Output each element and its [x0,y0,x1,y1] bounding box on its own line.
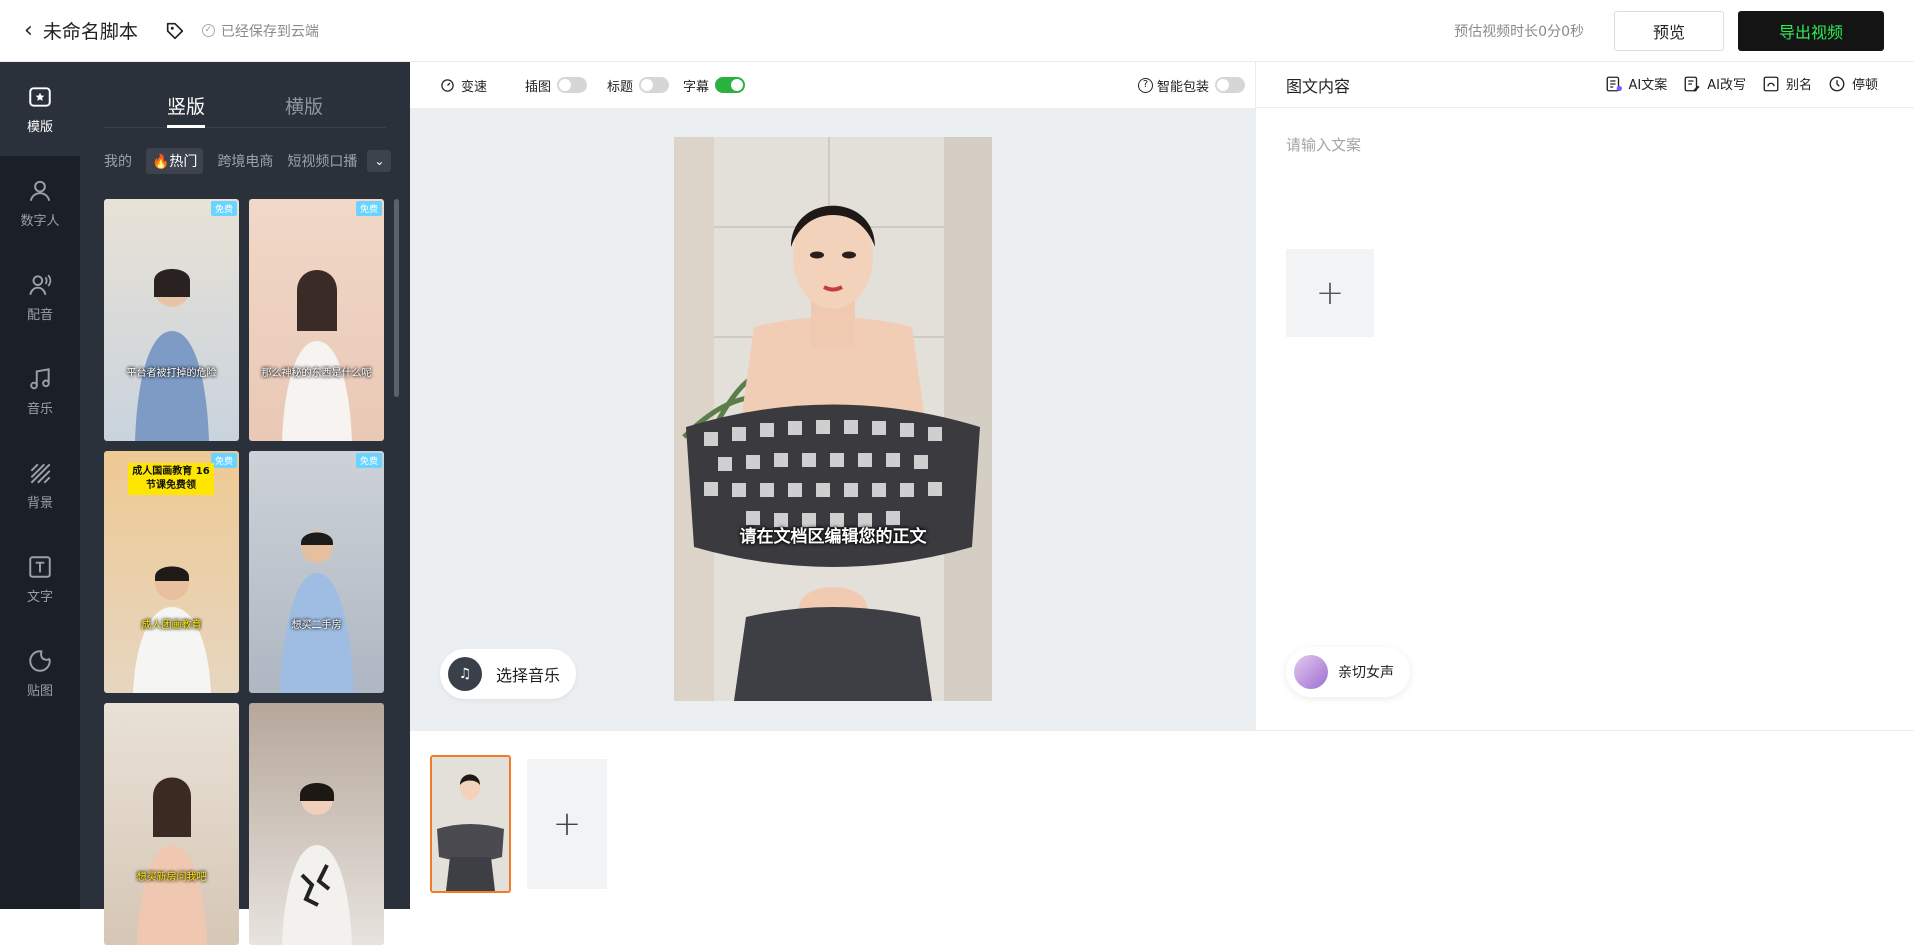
background-icon [30,463,51,483]
presenter-image [279,531,354,693]
alias-button[interactable]: 别名 [1762,74,1812,93]
content-tools: AI文案 AI改写 别名 停顿 [1605,74,1878,93]
voice-avatar [1294,655,1328,689]
canvas-area: 请在文档区编辑您的正文 ♫ 选择音乐 [410,108,1255,730]
music-icon [30,367,50,389]
ai-rewrite-button[interactable]: AI改写 [1683,74,1746,93]
tab-landscape[interactable]: 横版 [285,92,323,128]
music-icon: ♫ [448,657,482,691]
toggle-switch[interactable] [1215,77,1245,93]
scene-timeline: + [410,730,1914,909]
preview-button[interactable]: 预览 [1614,11,1724,51]
nav-text[interactable]: 文字 [0,532,80,626]
export-video-button[interactable]: 导出视频 [1738,11,1884,51]
presenter-image [132,566,211,693]
presenter-image [136,777,207,945]
ai-copy-icon [1606,76,1622,91]
toggle-switch[interactable] [639,77,670,93]
insert-image-toggle[interactable]: 插图 [525,76,588,95]
add-scene-button[interactable]: + [527,759,607,889]
alias-icon [1763,76,1779,91]
template-caption: 想买新房问我吧 [136,872,207,883]
template-caption: 那么神秘的东西是什么呢 [261,368,372,379]
template-card[interactable]: 免费 平台者被打掉的危险 [104,199,239,441]
toggle-switch[interactable] [715,77,746,93]
pause-button[interactable]: 停顿 [1828,74,1878,93]
free-badge: 免费 [210,201,237,216]
voice-selector[interactable]: 亲切女声 [1286,647,1410,697]
content-panel: 图文内容 AI文案 AI改写 别名 停顿 请输入文案 + 亲切女声 [1255,62,1914,730]
presenter-image [674,137,992,701]
nav-template[interactable]: 模版 [0,62,80,156]
add-media-button[interactable]: + [1286,249,1374,337]
top-bar: ‹ 未命名脚本 ✓ 已经保存到云端 预估视频时长0分0秒 预览 导出视频 [0,0,1914,62]
copy-text-input[interactable]: 请输入文案 [1286,134,1361,155]
nav-digital-human[interactable]: 数字人 [0,156,80,250]
template-icon [29,86,51,107]
presenter-image [134,269,209,441]
presenter-image [432,757,509,891]
promo-banner: 成人国画教育 16节课免费领 [128,463,214,495]
template-card[interactable]: 免费 那么神秘的东西是什么呢 [249,199,384,441]
category-short-video[interactable]: 短视频口播 [287,151,357,171]
template-caption: 想买二手房 [291,620,342,631]
title-toggle[interactable]: 标题 [607,76,670,95]
template-panel: 竖版 横版 我的 🔥热门 跨境电商 短视频口播 ⌄ 免费 平台者被打掉的危险 免… [80,62,410,945]
left-sidebar: 模版 数字人 配音 音乐 背景 文字 贴图 [0,62,80,909]
category-mine[interactable]: 我的 [104,151,132,171]
video-subtitle: 请在文档区编辑您的正文 [739,527,927,547]
sticker-icon [29,649,51,672]
panel-scrollbar[interactable] [394,199,399,397]
help-circle-icon[interactable]: ? [1137,77,1153,93]
chevron-down-icon[interactable]: ⌄ [367,150,392,172]
nav-background[interactable]: 背景 [0,438,80,532]
duration-estimate: 预估视频时长0分0秒 [1454,24,1584,40]
category-hot[interactable]: 🔥热门 [146,148,204,174]
tag-icon[interactable] [164,20,186,42]
check-circle-icon: ✓ [201,24,215,37]
save-status: ✓ 已经保存到云端 [201,21,319,41]
toggle-switch[interactable] [557,77,588,93]
plus-icon: + [552,804,582,844]
clock-icon [1829,76,1845,91]
nav-music[interactable]: 音乐 [0,344,80,438]
free-badge: 免费 [210,453,237,468]
smart-package-toggle[interactable]: ? 智能包装 [1137,76,1245,95]
category-bar: 我的 🔥热门 跨境电商 短视频口播 ⌄ [104,148,410,174]
subtitle-toggle[interactable]: 字幕 [683,76,746,95]
ai-copy-button[interactable]: AI文案 [1605,74,1667,93]
free-badge: 免费 [355,453,382,468]
speed-gauge-icon [441,78,454,92]
chevron-left-icon: ‹ [24,18,33,43]
presenter-image [281,783,352,945]
template-caption: 成人团画教育 [141,620,202,631]
free-badge: 免费 [355,201,382,216]
template-card[interactable]: 免费 成人国画教育 16节课免费领 成人团画教育 [104,451,239,693]
plus-icon: + [1315,273,1345,313]
back-button[interactable]: ‹ 未命名脚本 [24,17,138,44]
avatar-person-icon [29,180,51,201]
orientation-tabs: 竖版 横版 [104,62,386,128]
text-icon [29,555,51,578]
template-grid: 免费 平台者被打掉的危险 免费 那么神秘的东西是什么呢 免费 成人国画教育 16… [104,199,384,945]
template-card[interactable]: 免费 想买二手房 [249,451,384,693]
content-title: 图文内容 [1286,76,1351,96]
video-preview[interactable]: 请在文档区编辑您的正文 [674,137,992,701]
select-music-button[interactable]: ♫ 选择音乐 [440,649,576,699]
canvas-toolbar: 变速 插图 标题 字幕 ? 智能包装 [410,62,1255,108]
category-cross-border[interactable]: 跨境电商 [217,151,273,171]
tab-portrait[interactable]: 竖版 [166,92,206,128]
script-title: 未命名脚本 [42,21,138,43]
nav-voice[interactable]: 配音 [0,250,80,344]
nav-sticker[interactable]: 贴图 [0,626,80,720]
ai-rewrite-icon [1684,76,1700,91]
presenter-image [281,270,352,441]
voice-icon [29,274,52,295]
template-caption: 平台者被打掉的危险 [126,368,217,379]
speed-control[interactable]: 变速 [440,76,487,95]
scene-thumbnail[interactable] [430,755,511,893]
